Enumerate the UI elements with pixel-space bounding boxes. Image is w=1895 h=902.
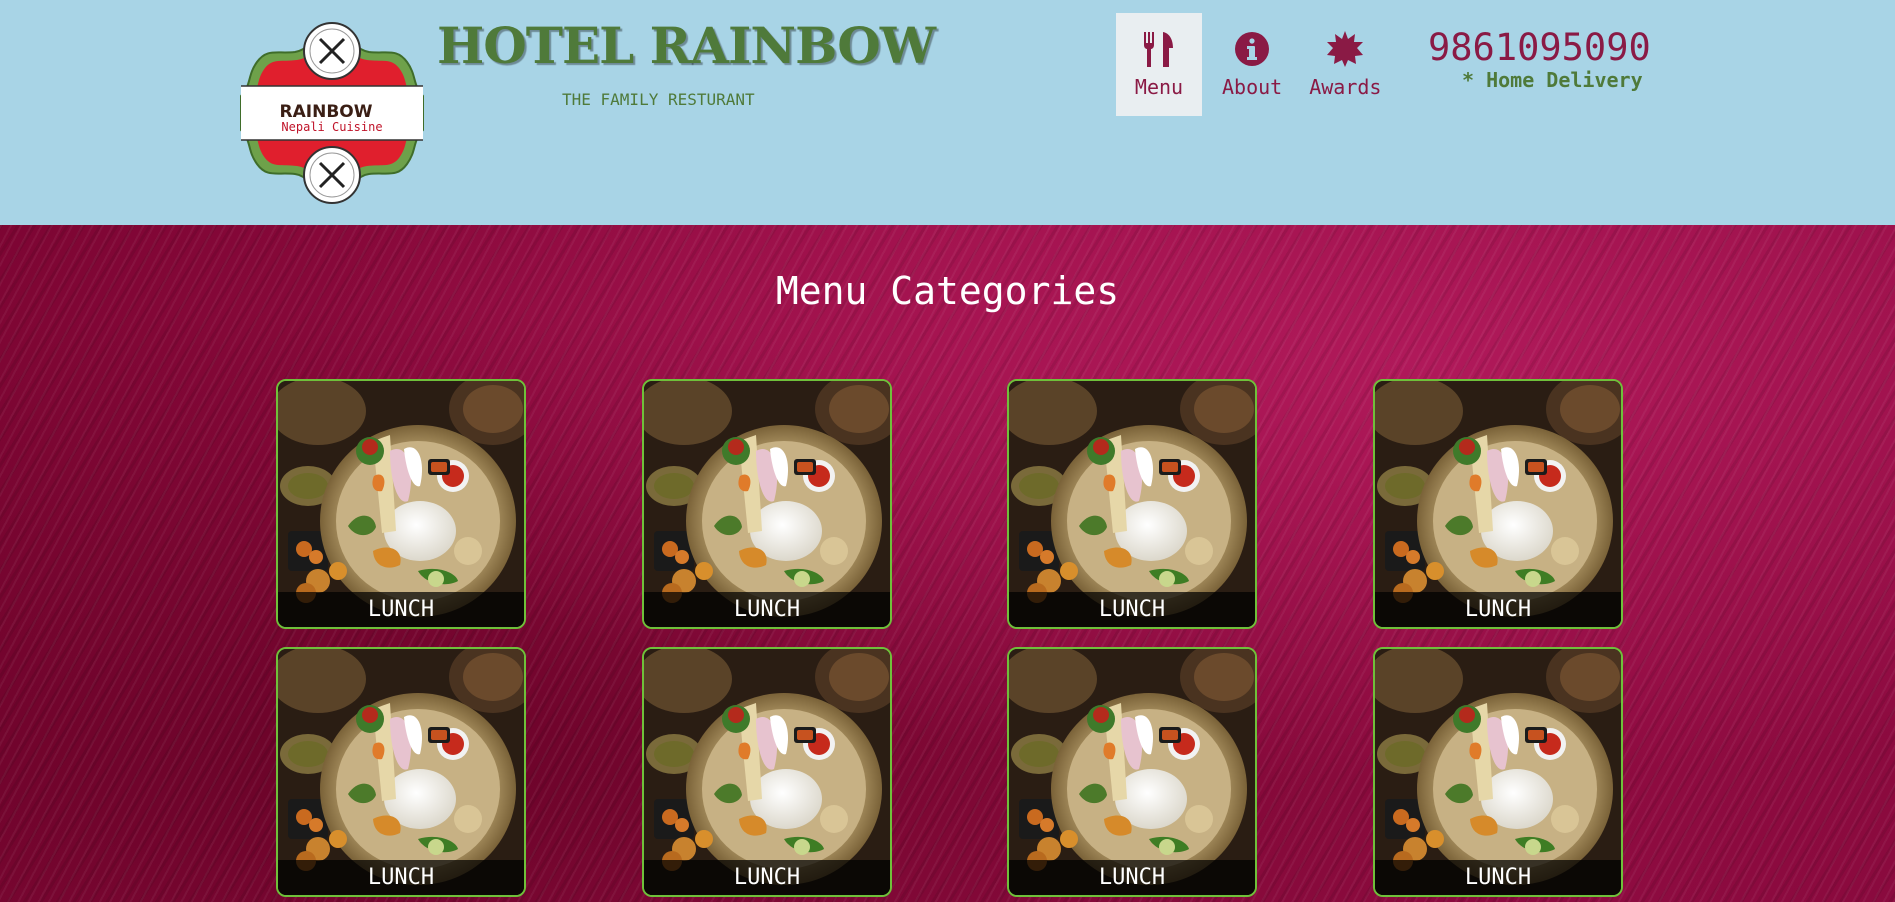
phone-number[interactable]: 9861095090 [1428,26,1651,69]
nav-item-menu[interactable]: Menu [1116,13,1202,116]
category-label: LUNCH [1009,860,1255,895]
thali-image [1009,649,1255,895]
main-nav: Menu About Awards [1116,13,1390,116]
logo-text-cuisine: Nepali Cuisine [281,120,382,134]
category-label: LUNCH [644,860,890,895]
thali-image [1375,649,1621,895]
menu-section: Menu Categories LUNCH LUNCH LUNCH LUNCH … [0,225,1895,902]
info-circle-icon [1232,29,1272,69]
category-card[interactable]: LUNCH [1007,647,1257,897]
home-delivery-label: * Home Delivery [1462,68,1643,92]
utensils-icon [1139,29,1179,69]
category-label: LUNCH [1009,592,1255,627]
thali-image [278,381,524,627]
category-card[interactable]: LUNCH [1373,647,1623,897]
nav-label-about: About [1222,75,1283,99]
category-card[interactable]: LUNCH [276,647,526,897]
category-label: LUNCH [644,592,890,627]
brand-subtitle: THE FAMILY RESTURANT [562,90,755,109]
category-card[interactable]: LUNCH [642,379,892,629]
category-card[interactable]: LUNCH [1007,379,1257,629]
thali-image [1375,381,1621,627]
category-label: LUNCH [1375,860,1621,895]
nav-item-awards[interactable]: Awards [1291,13,1390,116]
category-card[interactable]: LUNCH [1373,379,1623,629]
category-label: LUNCH [278,592,524,627]
thali-image [644,381,890,627]
logo-text-rainbow: RAINBOW [280,102,373,122]
thali-image [278,649,524,895]
category-card[interactable]: LUNCH [642,647,892,897]
award-seal-icon [1325,29,1365,69]
brand-title: HOTEL RAINBOW [437,16,936,75]
nav-label-awards: Awards [1309,75,1382,99]
restaurant-logo[interactable]: RAINBOW Nepali Cuisine [237,18,427,208]
thali-image [644,649,890,895]
thali-image [1009,381,1255,627]
menu-categories-title: Menu Categories [775,269,1120,313]
category-label: LUNCH [278,860,524,895]
site-header: RAINBOW Nepali Cuisine HOTEL RAINBOW THE… [0,0,1895,225]
category-card[interactable]: LUNCH [276,379,526,629]
nav-label-menu: Menu [1134,75,1184,99]
nav-item-about[interactable]: About [1204,13,1291,116]
category-label: LUNCH [1375,592,1621,627]
